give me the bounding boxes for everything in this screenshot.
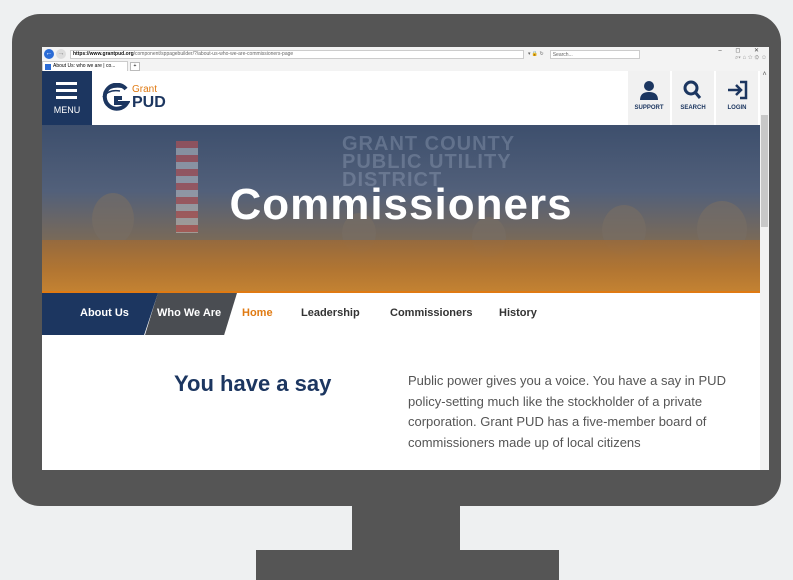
forward-button[interactable]: →	[56, 49, 66, 59]
grant-pud-logo[interactable]: Grant PUD	[100, 83, 170, 113]
person-icon	[640, 81, 658, 100]
address-bar-row: ← → https://www.grantpud.org /component/…	[42, 47, 769, 61]
logo-g-icon	[102, 83, 130, 111]
nav-leadership[interactable]: Leadership	[301, 307, 360, 319]
login-button[interactable]: LOGIN	[716, 71, 758, 125]
url-field[interactable]: https://www.grantpud.org /component/sppa…	[70, 49, 524, 59]
menu-button[interactable]: MENU	[42, 71, 92, 125]
scroll-up-arrow-icon[interactable]: ˄	[760, 71, 769, 81]
section-heading: You have a say	[174, 371, 332, 396]
nav-commissioners[interactable]: Commissioners	[390, 307, 473, 319]
search-button[interactable]: SEARCH	[672, 71, 714, 125]
url-domain: https://www.grantpud.org	[73, 51, 134, 57]
hamburger-icon	[56, 82, 77, 99]
url-path: /component/sppagebuilder/?/about-us-who-…	[133, 51, 294, 57]
favicon-icon	[45, 64, 51, 70]
browser-screen: ← → https://www.grantpud.org /component/…	[42, 47, 769, 470]
support-label: SUPPORT	[634, 105, 664, 111]
hero-title: Commissioners	[229, 180, 573, 229]
nav-about-us[interactable]: About Us	[80, 307, 129, 319]
intro-paragraph: Public power gives you a voice. You have…	[408, 373, 726, 450]
window-controls[interactable]: – ◻ ✕	[718, 47, 765, 54]
monitor-base	[256, 550, 559, 580]
menu-label: MENU	[53, 105, 81, 115]
lock-icon[interactable]: ▾ 🔒 ↻	[528, 51, 544, 57]
nav-who-we-are[interactable]: Who We Are	[157, 307, 221, 319]
login-label: LOGIN	[727, 105, 747, 111]
site-header: MENU Grant PUD SUPPORT SEARCH LOGIN	[42, 71, 760, 125]
login-icon	[728, 80, 748, 100]
nav-history[interactable]: History	[499, 307, 537, 319]
nav-home[interactable]: Home	[242, 307, 273, 319]
back-button[interactable]: ←	[44, 49, 54, 59]
search-icon	[683, 80, 702, 99]
section-nav: About Us Who We Are Home Leadership Comm…	[42, 293, 760, 335]
new-tab-button[interactable]: +	[130, 62, 140, 71]
support-button[interactable]: SUPPORT	[628, 71, 670, 125]
monitor-neck	[352, 506, 460, 552]
browser-tab[interactable]: About Us: who we are | co...	[42, 61, 128, 71]
logo-pud-text: PUD	[132, 94, 166, 111]
tab-title: About Us: who we are | co...	[53, 63, 116, 69]
search-label: SEARCH	[680, 105, 706, 111]
hero-desk	[42, 240, 760, 291]
scroll-thumb[interactable]	[761, 115, 768, 227]
hero-banner: GRANT COUNTY PUBLIC UTILITY DISTRICT Com…	[42, 125, 760, 291]
page-scrollbar[interactable]: ˄	[760, 71, 769, 470]
browser-search-input[interactable]: Search...	[549, 49, 640, 59]
